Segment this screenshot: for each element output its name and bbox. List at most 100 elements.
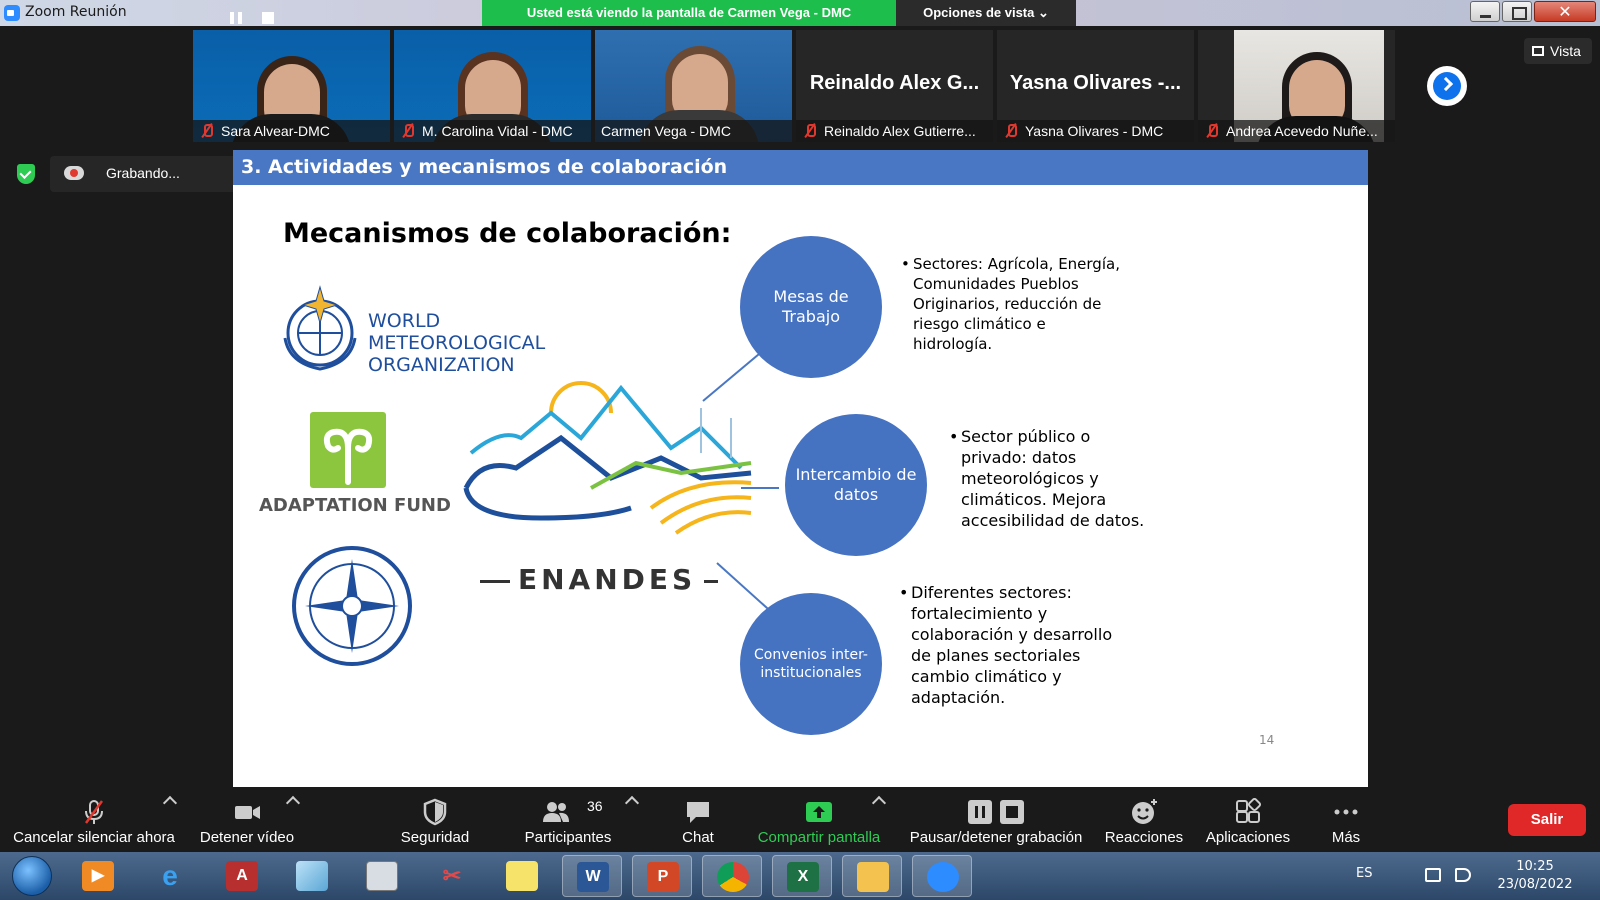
window-title: Zoom Reunión xyxy=(25,4,127,20)
participant-tile[interactable]: Yasna Olivares -... Yasna Olivares - DMC xyxy=(997,30,1194,142)
taskbar-internet-explorer[interactable]: e xyxy=(140,855,200,897)
pause-stop-recording-button[interactable]: Pausar/detener grabación xyxy=(904,792,1088,850)
participant-name: Reinaldo Alex Gutierre... xyxy=(824,123,976,139)
circle-mesas-de-trabajo: Mesas de Trabajo xyxy=(740,236,882,378)
wmo-line: METEOROLOGICAL xyxy=(368,332,546,354)
bullet-convenios: Diferentes sectores: fortalecimiento y c… xyxy=(899,582,1127,708)
share-screen-label: Compartir pantalla xyxy=(757,829,881,846)
view-layout-label: Vista xyxy=(1550,43,1581,59)
apps-label: Aplicaciones xyxy=(1205,829,1291,846)
bullet-intercambio: Sector público o privado: datos meteorol… xyxy=(949,426,1159,531)
more-label: Más xyxy=(1331,829,1361,846)
participant-name-bar: Andrea Acevedo Nuñe... xyxy=(1198,120,1395,142)
bullet-mesas: Sectores: Agrícola, Energía, Comunidades… xyxy=(901,254,1121,354)
taskbar-media-player[interactable]: ▶ xyxy=(68,855,128,897)
unmute-label: Cancelar silenciar ahora xyxy=(13,829,175,846)
next-participants-button[interactable] xyxy=(1427,66,1467,106)
taskbar-zoom[interactable] xyxy=(912,855,972,897)
microphone-muted-icon xyxy=(84,800,104,824)
reactions-button[interactable]: Reacciones xyxy=(1102,792,1186,850)
more-button[interactable]: Más xyxy=(1316,792,1376,850)
wmo-name: WORLD METEOROLOGICAL ORGANIZATION xyxy=(368,310,545,376)
calculator-icon xyxy=(366,861,398,891)
participant-display-name: Yasna Olivares -... xyxy=(1009,72,1182,94)
unmute-button[interactable]: Cancelar silenciar ahora xyxy=(8,792,180,850)
excel-icon: X xyxy=(787,862,819,892)
maximize-button[interactable] xyxy=(1502,1,1532,22)
stop-video-button[interactable]: Detener vídeo xyxy=(192,792,302,850)
network-icon[interactable] xyxy=(1425,868,1441,882)
circle-convenios: Convenios inter-institucionales xyxy=(740,593,882,735)
participant-name: Yasna Olivares - DMC xyxy=(1025,123,1164,139)
slide-header: 3. Actividades y mecanismos de colaborac… xyxy=(233,150,1368,185)
tray-language[interactable]: ES xyxy=(1356,866,1372,881)
pause-recording-icon[interactable] xyxy=(230,12,242,24)
apps-button[interactable]: Aplicaciones xyxy=(1196,792,1300,850)
leave-meeting-button[interactable]: Salir xyxy=(1508,804,1586,836)
view-layout-button[interactable]: Vista xyxy=(1524,38,1592,64)
participants-icon xyxy=(543,802,569,822)
adaptation-fund-name: ADAPTATION FUND xyxy=(259,495,451,516)
adaptation-fund-logo xyxy=(310,412,386,488)
participant-display-name: Reinaldo Alex G... xyxy=(809,72,980,94)
reactions-label: Reacciones xyxy=(1104,829,1184,846)
participant-tile[interactable]: Sara Alvear-DMC xyxy=(193,30,390,142)
share-screen-button[interactable]: Compartir pantalla xyxy=(752,792,886,850)
taskbar-snipping-tool[interactable]: ✂ xyxy=(422,855,482,897)
chevron-right-icon xyxy=(1438,76,1454,92)
participant-tile[interactable]: Andrea Acevedo Nuñe... xyxy=(1198,30,1395,142)
participants-options-caret[interactable] xyxy=(624,795,640,811)
chat-button[interactable]: Chat xyxy=(660,792,736,850)
taskbar-word[interactable]: W xyxy=(562,855,622,897)
encryption-shield-icon[interactable] xyxy=(17,164,35,184)
participants-button[interactable]: 36 Participantes xyxy=(513,792,623,850)
zoom-app-icon xyxy=(4,5,20,21)
start-button[interactable] xyxy=(12,856,52,896)
participant-name-bar: Sara Alvear-DMC xyxy=(193,120,390,142)
internet-explorer-icon: e xyxy=(162,860,178,891)
volume-icon[interactable] xyxy=(1455,868,1471,882)
participant-name: M. Carolina Vidal - DMC xyxy=(422,123,573,139)
slide-title: Mecanismos de colaboración: xyxy=(283,218,732,249)
connector-line xyxy=(716,562,772,612)
participant-tile[interactable]: Reinaldo Alex G... Reinaldo Alex Gutierr… xyxy=(796,30,993,142)
clock-date: 23/08/2022 xyxy=(1497,877,1573,892)
taskbar-access[interactable]: A xyxy=(212,855,272,897)
participant-name-bar: Yasna Olivares - DMC xyxy=(997,120,1194,142)
meeting-toolbar: Cancelar silenciar ahora Detener vídeo S… xyxy=(0,792,1600,850)
taskbar-explorer[interactable] xyxy=(842,855,902,897)
participants-label: Participantes xyxy=(524,829,612,846)
emoji-reaction-icon xyxy=(1132,799,1157,824)
taskbar-calculator[interactable] xyxy=(352,855,412,897)
access-icon: A xyxy=(226,861,258,891)
shared-screen-slide: 3. Actividades y mecanismos de colaborac… xyxy=(233,150,1368,787)
enandes-wordmark: ENANDES xyxy=(479,563,719,596)
minimize-button[interactable] xyxy=(1470,1,1500,22)
wmo-logo xyxy=(283,285,357,371)
snipping-tool-icon: ✂ xyxy=(442,863,462,888)
mic-muted-icon xyxy=(1206,124,1218,138)
video-camera-icon xyxy=(235,806,260,819)
share-screen-icon xyxy=(806,802,832,822)
participant-tile-active[interactable]: Carmen Vega - DMC xyxy=(595,30,792,142)
view-options-dropdown[interactable]: Opciones de vista ⌄ xyxy=(896,0,1076,26)
participant-tile[interactable]: M. Carolina Vidal - DMC xyxy=(394,30,591,142)
folder-icon xyxy=(857,862,889,892)
taskbar-chrome[interactable] xyxy=(702,855,762,897)
close-button[interactable]: ✕ xyxy=(1534,1,1596,22)
taskbar-excel[interactable]: X xyxy=(772,855,832,897)
taskbar-sticky-notes[interactable] xyxy=(492,855,552,897)
stop-recording-icon[interactable] xyxy=(262,12,274,24)
media-player-icon: ▶ xyxy=(82,861,114,891)
tray-clock[interactable]: 10:25 23/08/2022 xyxy=(1495,858,1575,894)
security-button[interactable]: Seguridad xyxy=(390,792,480,850)
pause-stop-recording-label: Pausar/detener grabación xyxy=(909,829,1083,846)
stop-video-label: Detener vídeo xyxy=(199,829,295,846)
wmo-line: WORLD xyxy=(368,310,441,332)
taskbar-powerpoint[interactable]: P xyxy=(632,855,692,897)
participant-strip: Sara Alvear-DMC M. Carolina Vidal - DMC … xyxy=(0,26,1600,146)
taskbar-notepad[interactable] xyxy=(282,855,342,897)
chat-bubble-icon xyxy=(687,802,709,823)
dmc-logo xyxy=(292,546,412,666)
participant-name: Carmen Vega - DMC xyxy=(601,123,731,139)
